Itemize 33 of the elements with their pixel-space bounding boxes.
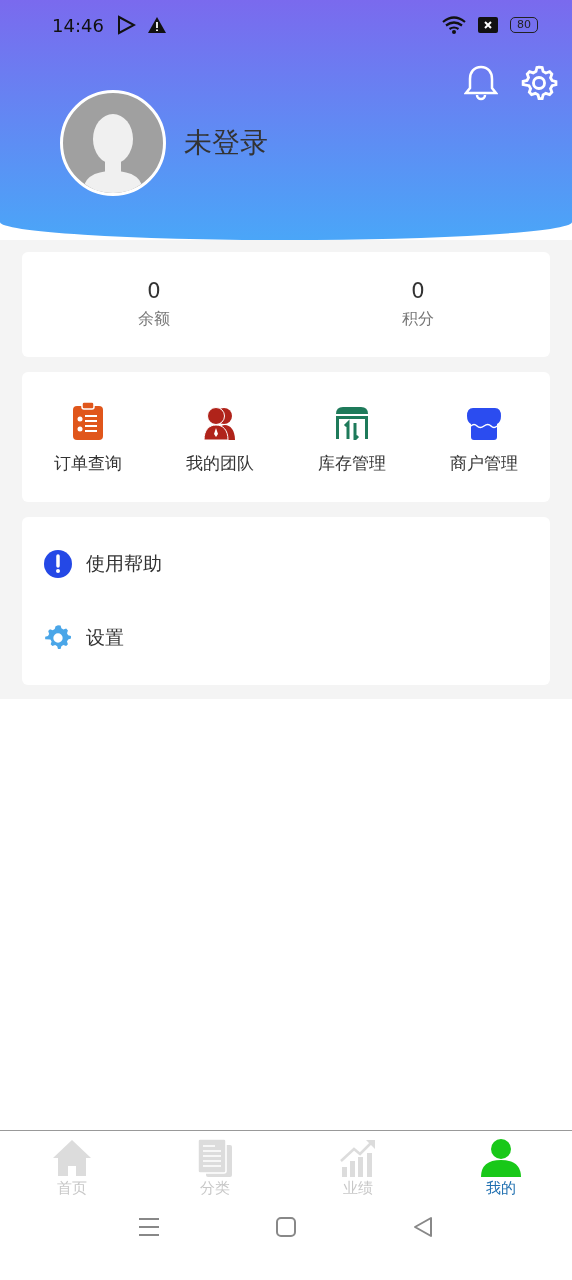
person-icon (480, 1139, 521, 1177)
play-icon (115, 15, 136, 35)
tab-item[interactable]: 我的 (429, 1131, 572, 1216)
document-icon (197, 1139, 232, 1177)
shortcut-item[interactable]: 商户管理 (418, 399, 550, 475)
settings-icon[interactable] (520, 64, 558, 102)
status-time: 14:46 (52, 14, 104, 36)
home-icon (52, 1139, 91, 1177)
gear-icon (44, 624, 72, 652)
battery-level: 80 (510, 17, 538, 33)
stat-label: 余额 (138, 309, 170, 330)
stat-value: 0 (147, 279, 161, 303)
clipboard-icon (72, 401, 104, 440)
stat-value: 0 (411, 279, 425, 303)
shortcut-item[interactable]: 我的团队 (154, 399, 286, 475)
shortcut-item[interactable]: 库存管理 (286, 399, 418, 475)
back-icon[interactable] (412, 1216, 434, 1238)
info-icon (44, 550, 72, 578)
stat-label: 积分 (402, 309, 434, 330)
sim-error-icon (478, 17, 498, 33)
home-square-icon[interactable] (275, 1216, 297, 1238)
bell-icon[interactable] (464, 64, 498, 102)
warning-icon (147, 17, 166, 33)
menu-item[interactable]: 设置 (22, 601, 550, 675)
shop-icon (467, 407, 501, 440)
username[interactable]: 未登录 (184, 124, 268, 162)
menu-icon[interactable] (138, 1216, 160, 1238)
menu-item[interactable]: 使用帮助 (22, 527, 550, 601)
growth-chart-icon (339, 1139, 376, 1177)
team-icon (203, 405, 237, 440)
shortcut-item[interactable]: 订单查询 (22, 399, 154, 475)
wifi-icon (442, 16, 466, 34)
warehouse-icon (335, 405, 369, 440)
